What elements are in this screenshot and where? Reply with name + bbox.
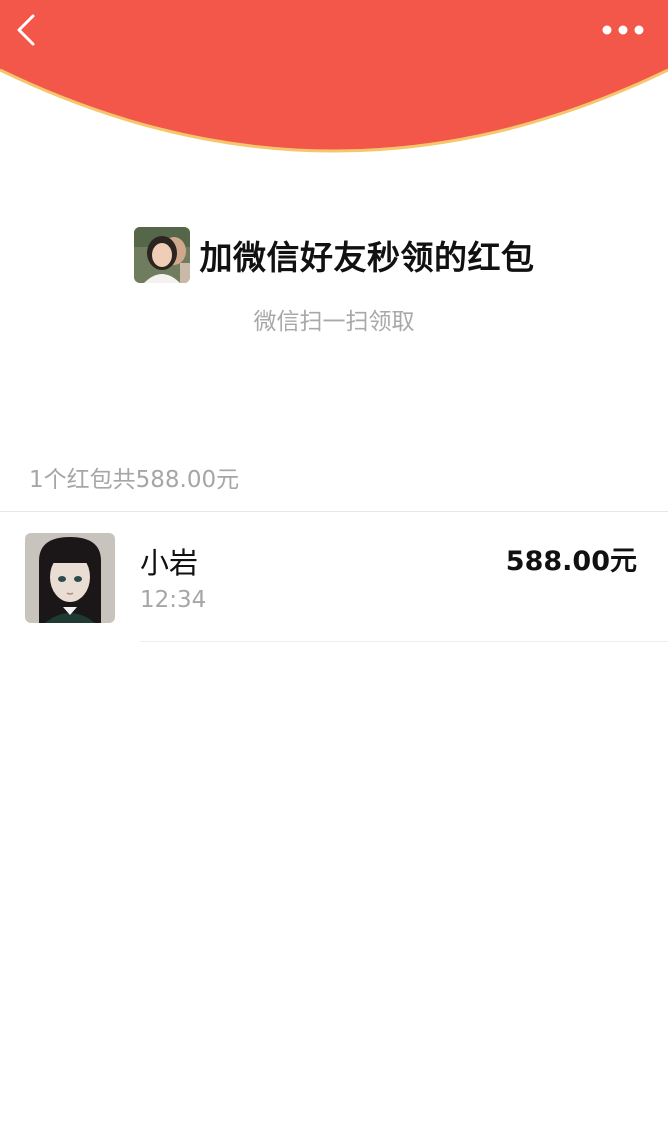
list-item[interactable]: 小岩 12:34 588.00元 [0, 512, 668, 642]
more-dots-icon [602, 25, 644, 35]
sender-avatar [133, 227, 190, 283]
header-curve-background [0, 0, 668, 153]
packet-title-row: 加微信好友秒领的红包 [0, 226, 668, 284]
packet-subtitle: 微信扫一扫领取 [253, 309, 415, 335]
received-amount: 588.00元 [505, 546, 637, 577]
chevron-left-icon [17, 14, 35, 46]
received-time: 12:34 [140, 587, 207, 613]
more-button[interactable] [598, 14, 648, 46]
packet-title: 加微信好友秒领的红包 [199, 238, 535, 277]
receiver-avatar [25, 533, 115, 623]
back-button[interactable] [8, 8, 48, 52]
receiver-name: 小岩 [140, 546, 199, 580]
divider [140, 641, 668, 642]
packet-summary: 1个红包共588.00元 [29, 467, 240, 493]
